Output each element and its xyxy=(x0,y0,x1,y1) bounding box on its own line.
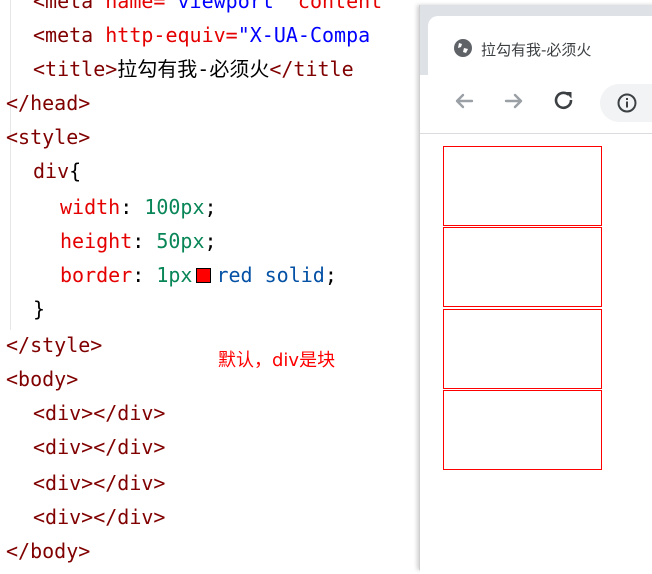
code-token: content xyxy=(285,0,383,13)
code-token: </body> xyxy=(6,539,91,563)
code-token: width xyxy=(60,195,121,219)
code-token: 拉勾有我-必须火 xyxy=(117,57,270,81)
code-line-selector: div{ xyxy=(33,154,81,188)
code-token: <div> xyxy=(33,401,94,425)
code-token: : xyxy=(120,195,145,219)
code-token: : xyxy=(132,229,157,253)
code-token: "viewport" xyxy=(165,0,286,13)
reload-icon[interactable] xyxy=(550,87,578,115)
code-token: <style> xyxy=(6,125,91,149)
code-token: border xyxy=(60,263,133,287)
indent-guide xyxy=(10,0,11,330)
rendered-div xyxy=(443,390,602,470)
code-line-div: <div></div> xyxy=(33,396,165,430)
rendered-div xyxy=(443,146,602,226)
browser-window: 拉勾有我-必须火 xyxy=(419,5,652,574)
page-viewport xyxy=(420,134,652,574)
code-token: <meta xyxy=(33,0,94,13)
code-token: </div> xyxy=(93,471,166,495)
globe-icon xyxy=(454,39,472,57)
code-token: ; xyxy=(204,195,217,219)
code-token: <div> xyxy=(33,435,94,459)
code-token: <div> xyxy=(33,471,94,495)
code-line-head-close: </head> xyxy=(6,86,90,120)
code-token: { xyxy=(69,159,82,183)
code-token: solid xyxy=(264,263,325,287)
code-token: ; xyxy=(324,263,337,287)
code-token: 100px xyxy=(144,195,205,219)
info-icon[interactable] xyxy=(616,92,638,114)
browser-toolbar xyxy=(420,75,652,134)
code-line-border: border: 1px red solid; xyxy=(60,258,337,292)
code-token: ; xyxy=(204,229,217,253)
rendered-div xyxy=(443,309,602,389)
code-line-brace-close: } xyxy=(33,292,45,326)
back-arrow-icon[interactable] xyxy=(450,87,478,115)
code-token: 1px xyxy=(156,263,193,287)
code-token: </div> xyxy=(93,401,166,425)
color-swatch-icon[interactable] xyxy=(196,268,212,283)
forward-arrow-icon[interactable] xyxy=(500,87,528,115)
code-token: <title> xyxy=(33,57,118,81)
code-token: height xyxy=(60,229,133,253)
code-token: 50px xyxy=(156,229,205,253)
browser-tab[interactable]: 拉勾有我-必须火 xyxy=(428,16,652,76)
code-token: <div> xyxy=(33,505,94,529)
code-token: </div> xyxy=(93,505,166,529)
code-line-style-close: </style> xyxy=(6,328,102,362)
code-token: </head> xyxy=(6,91,91,115)
code-token: <meta xyxy=(33,23,94,47)
annotation-text: 默认，div是块 xyxy=(218,350,336,371)
code-token: </style> xyxy=(6,333,103,357)
tab-strip: 拉勾有我-必须火 xyxy=(420,5,652,76)
code-token: <body> xyxy=(6,367,79,391)
code-line-meta-http-equiv: <meta http-equiv="X-UA-Compa xyxy=(33,18,370,52)
code-token: : xyxy=(132,263,157,287)
code-line-style-open: <style> xyxy=(6,120,90,154)
code-token: </div> xyxy=(93,435,166,459)
code-line-width: width: 100px; xyxy=(60,190,217,224)
code-line-title: <title>拉勾有我-必须火</title xyxy=(33,52,354,86)
code-line-div: <div></div> xyxy=(33,430,165,464)
code-line-div: <div></div> xyxy=(33,466,165,500)
code-line-meta-viewport: <meta name="viewport" content xyxy=(33,0,382,18)
tab-title: 拉勾有我-必须火 xyxy=(481,41,592,59)
code-token: http-equiv= xyxy=(93,23,238,47)
code-line-height: height: 50px; xyxy=(60,224,217,258)
code-token: red xyxy=(216,263,253,287)
rendered-div xyxy=(443,227,602,307)
code-token: name= xyxy=(93,0,166,13)
code-token: "X-UA-Compa xyxy=(237,23,371,47)
code-line-body-close: </body> xyxy=(6,534,90,568)
code-line-body-open: <body> xyxy=(6,362,78,396)
code-token: } xyxy=(33,297,46,321)
code-line-div: <div></div> xyxy=(33,500,165,534)
code-token: </title xyxy=(269,57,354,81)
address-bar[interactable] xyxy=(600,84,652,122)
code-token: div xyxy=(33,159,70,183)
